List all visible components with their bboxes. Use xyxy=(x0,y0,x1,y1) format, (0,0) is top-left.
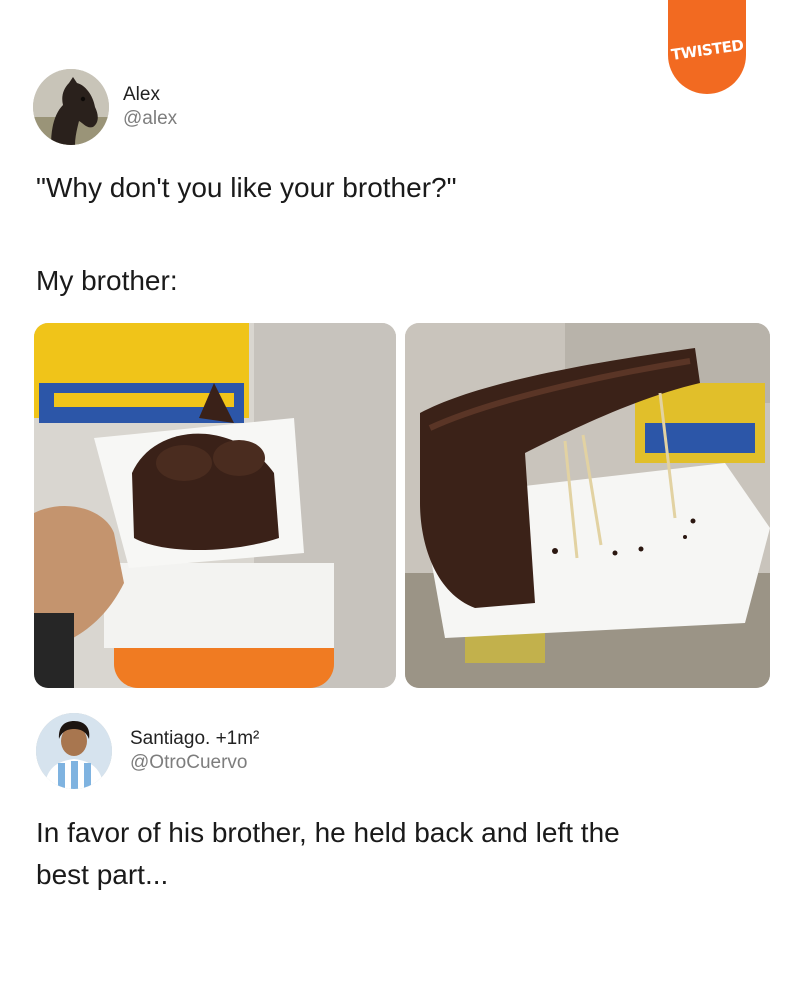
cake-photo-eaten[interactable] xyxy=(405,323,770,688)
author-handle[interactable]: @alex xyxy=(123,107,177,131)
reply-author-name[interactable]: Santiago. +1m² xyxy=(130,727,259,751)
horse-avatar-icon[interactable] xyxy=(33,69,109,145)
twisted-logo-badge: TWISTED xyxy=(668,0,746,94)
post-text-line-2: My brother: xyxy=(36,265,178,296)
post-text-line-1: "Why don't you like your brother?" xyxy=(36,172,457,203)
twisted-logo-text: TWISTED xyxy=(669,36,745,64)
reply-text-line-1: In favor of his brother, he held back an… xyxy=(36,817,620,848)
reply-author-handle[interactable]: @OtroCuervo xyxy=(130,751,259,775)
cake-photo-intact[interactable] xyxy=(34,323,396,688)
reply-author-header[interactable]: Santiago. +1m² @OtroCuervo xyxy=(36,713,259,789)
reply-text-line-2: best part... xyxy=(36,859,169,890)
hollowed-chocolate-cake-slice-photo-icon xyxy=(405,323,770,688)
post-author-header[interactable]: Alex @alex xyxy=(33,69,177,145)
footballer-avatar-icon[interactable] xyxy=(36,713,112,789)
whole-chocolate-cake-slice-photo-icon xyxy=(34,323,396,688)
author-name[interactable]: Alex xyxy=(123,83,177,107)
